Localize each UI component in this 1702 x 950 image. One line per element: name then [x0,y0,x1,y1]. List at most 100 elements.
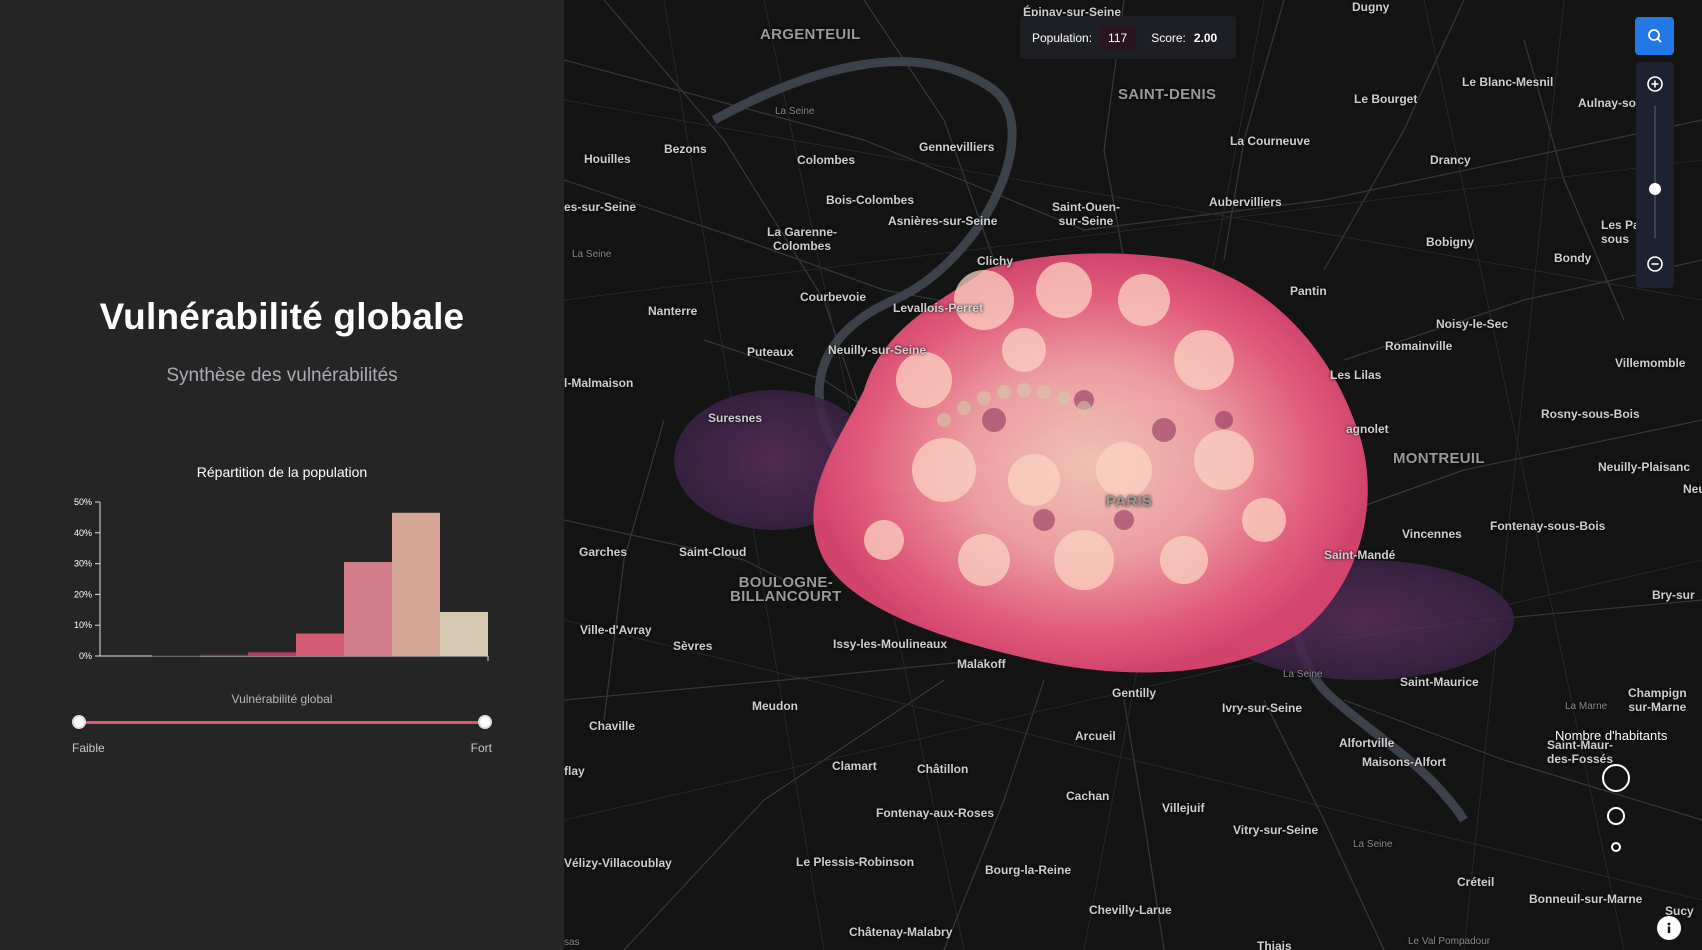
map-place-label: Saint-Cloud [679,545,747,559]
map-place-label: Chevilly-Larue [1089,903,1172,917]
histogram-bar[interactable] [296,633,344,656]
map-place-label: Meudon [752,699,798,713]
map-place-label: l-Malmaison [564,376,634,390]
map-place-label: La Seine [1353,839,1393,850]
map-place-label: Champign sur-Marne [1628,686,1687,714]
slider-track[interactable] [80,721,484,724]
histogram-bar[interactable] [152,655,200,657]
map-place-label: Gennevilliers [919,140,995,154]
y-tick-label: 50% [74,497,92,507]
map-place-label: flay [564,764,585,778]
map-place-label: Fontenay-aux-Roses [876,806,995,820]
map-place-label: SAINT-DENIS [1118,86,1217,103]
search-icon [1647,29,1662,43]
map-place-label: Colombes [797,153,856,167]
map-place-label: Saint-Mandé [1324,548,1396,562]
map-place-label: La Seine [775,106,815,117]
y-tick-label: 0% [79,651,92,661]
map-place-label: Garches [579,545,628,559]
slider-min-label: Faible [72,741,105,755]
map-place-label: Bondy [1554,251,1592,265]
map-place-label: Neu [1683,482,1702,496]
map-place-label: Aubervilliers [1209,195,1282,209]
map-place-label: Nanterre [648,304,698,318]
chart-title: Répartition de la population [196,464,368,480]
map-place-label: BOULOGNE- BILLANCOURT [730,574,842,605]
histogram-bar[interactable] [440,611,488,656]
histogram-bar[interactable] [392,512,440,656]
slider-handle-min[interactable] [72,715,86,729]
zoom-slider-track[interactable] [1654,106,1656,238]
map-place-label: Bois-Colombes [826,193,915,207]
map-place-label: Asnières-sur-Seine [888,214,998,228]
map-place-label: PARIS [1106,493,1153,510]
map-place-label: Clamart [832,759,877,773]
map-place-label: Villejuif [1162,801,1205,815]
map-place-label: Fontenay-sous-Bois [1490,519,1606,533]
map-canvas[interactable]: Épinay-sur-Seine Dugny ARGENTEUIL SAINT-DEN… [564,0,1702,950]
chart-x-axis-label: Vulnérabilité global [231,692,333,706]
info-icon [1667,922,1671,933]
map-place-label: Dugny [1352,0,1390,14]
zoom-control [1636,62,1674,288]
map-place-label: Bry-sur [1652,588,1695,602]
zoom-in-icon[interactable] [1645,74,1665,94]
map-place-label: Bobigny [1426,235,1474,249]
map-place-label: Puteaux [747,345,794,359]
map-place-label: Les Pa sous [1601,218,1640,246]
zoom-slider-knob[interactable] [1649,183,1661,195]
population-value: 117 [1100,25,1136,50]
map-place-label: Chaville [589,719,636,733]
histogram-bar[interactable] [200,654,248,656]
map-place-label: Aulnay-so [1578,96,1637,110]
map-place-label: MONTREUIL [1393,450,1485,467]
map-place-label: Les Lilas [1330,368,1382,382]
map-place-label: Saint-Ouen-sur-Seine [1052,200,1120,228]
map-place-label: Villemomble [1615,356,1686,370]
vulnerability-range-slider[interactable] [72,713,492,733]
map-place-label: Arcueil [1075,729,1116,743]
map-place-label: Bourg-la-Reine [985,863,1072,877]
map-place-label: Clichy [977,254,1014,268]
sidebar-panel: Vulnérabilité globale Synthèse des vulné… [0,0,564,950]
histogram-bar[interactable] [248,652,296,656]
page-subtitle: Synthèse des vulnérabilités [166,365,398,386]
map-place-label: Malakoff [957,657,1006,671]
slider-handle-max[interactable] [478,715,492,729]
map-place-label: Vitry-sur-Seine [1233,823,1319,837]
map-place-label: Le Plessis-Robinson [796,855,915,869]
map-place-label: agnolet [1346,422,1389,436]
map-place-label: Neuilly-Plaisanc [1598,460,1691,474]
map-place-label: Alfortville [1339,736,1395,750]
map-place-label: Ivry-sur-Seine [1222,701,1303,715]
map-place-label: La Seine [1283,669,1323,680]
attribution-info-button[interactable] [1657,916,1681,940]
map-place-label: Gentilly [1112,686,1157,700]
map-base[interactable] [564,0,1702,950]
map-place-label: La Seine [572,249,612,260]
map-place-label: La Courneuve [1230,134,1311,148]
map-place-label: Bonneuil-sur-Marne [1529,892,1643,906]
map-place-label: Romainville [1385,339,1453,353]
score-value: 2.00 [1193,30,1218,45]
y-tick-label: 20% [74,589,92,599]
map-place-label: Houilles [584,152,631,166]
map-place-label: Rosny-sous-Bois [1541,407,1640,421]
map-place-label: Ville-d'Avray [580,623,652,637]
map-place-label: Drancy [1430,153,1471,167]
map-place-label: Neuilly-sur-Seine [828,343,927,357]
map-place-label: Vincennes [1402,527,1462,541]
map-place-label: es-sur-Seine [564,200,637,214]
map-place-label: Vélizy-Villacoublay [564,856,672,870]
map-place-label: Levallois-Perret [893,301,984,315]
map-place-label: Châtenay-Malabry [849,925,953,939]
map-place-label: Issy-les-Moulineaux [833,637,948,651]
zoom-out-icon[interactable] [1645,254,1665,274]
histogram-bar[interactable] [344,562,392,656]
search-button[interactable] [1635,17,1674,55]
map-place-label: Châtillon [917,762,969,776]
map-place-label: La Garenne- Colombes [767,225,838,253]
y-tick-label: 40% [74,528,92,538]
map-place-label: Bezons [664,142,707,156]
map-place-label: Saint-Maurice [1400,675,1479,689]
